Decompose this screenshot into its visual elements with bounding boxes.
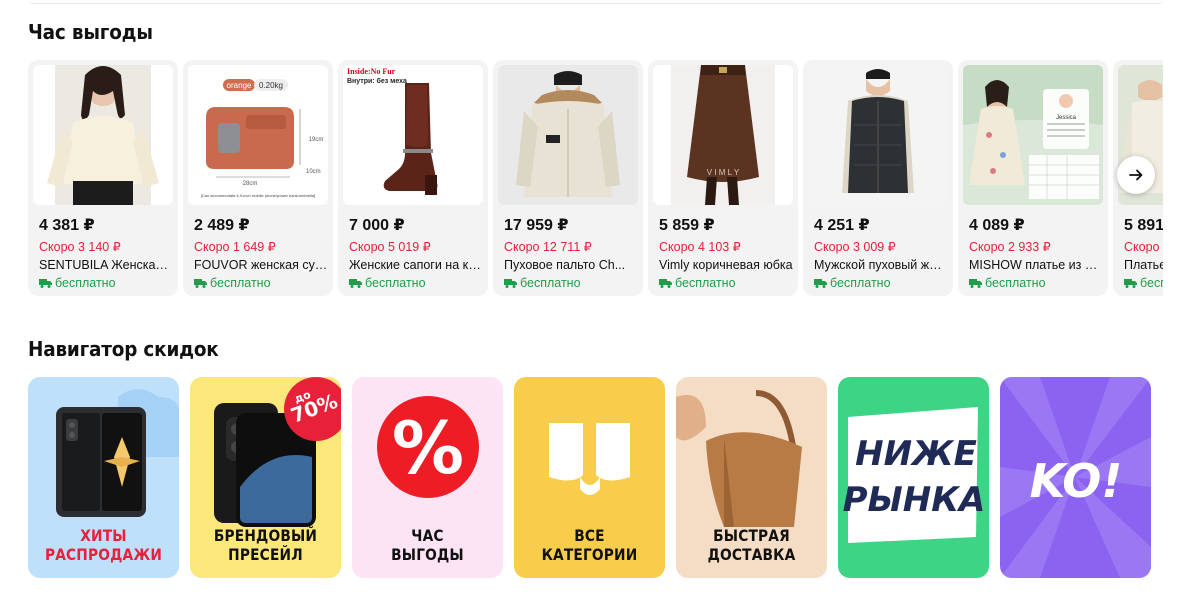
shipping-info: бесплатно bbox=[349, 276, 483, 290]
product-name[interactable]: MISHOW платье из шифона bbox=[969, 258, 1103, 272]
product-soon-price: Скоро 3 009 ₽ bbox=[814, 240, 896, 254]
product-name[interactable]: Пуховое пальто Ch... bbox=[504, 258, 638, 272]
bag-height-text: 19cm bbox=[309, 137, 324, 143]
tile-label: БЫСТРАЯ ДОСТАВКА bbox=[707, 526, 796, 564]
tile-label: ЧАС ВЫГОДЫ bbox=[391, 526, 464, 564]
shipping-info: бесплатно bbox=[39, 276, 173, 290]
product-image[interactable] bbox=[498, 65, 638, 205]
shipping-info: бесплатно bbox=[659, 276, 793, 290]
product-card[interactable]: 4 251 ₽ Скоро 3 009 ₽ Мужской пуховый жи… bbox=[803, 60, 953, 296]
product-image[interactable] bbox=[33, 65, 173, 205]
product-soon-price: Скоро 4 120 ₽ bbox=[1124, 240, 1163, 254]
shipping-label: бесплатно bbox=[675, 276, 736, 290]
bag-weight-text: 0.20kg bbox=[259, 81, 283, 90]
truck-icon bbox=[1124, 279, 1137, 288]
product-card[interactable]: orange 0.20kg 28cm 19cm 10cm [Can accommodate… bbox=[183, 60, 333, 296]
product-image[interactable]: Inside:No Fur Внутри: без меха bbox=[343, 65, 483, 205]
product-soon-price: Скоро 5 019 ₽ bbox=[349, 240, 431, 254]
nav-tile-below-market[interactable]: НИЖЕ РЫНКА bbox=[838, 377, 989, 578]
product-price: 2 489 ₽ bbox=[194, 217, 250, 234]
nav-tile-all-categories[interactable]: ВСЕ КАТЕГОРИИ bbox=[514, 377, 665, 578]
product-image[interactable] bbox=[808, 65, 948, 205]
product-price: 4 381 ₽ bbox=[39, 217, 95, 234]
product-image[interactable]: Jessica bbox=[963, 65, 1103, 205]
product-price: 4 089 ₽ bbox=[969, 217, 1025, 234]
skirt-brand-text: V I M L Y bbox=[707, 168, 740, 177]
product-name[interactable]: SENTUBILA Женская блузка bbox=[39, 258, 173, 272]
shipping-label: бесплатно bbox=[1140, 276, 1163, 290]
truck-icon bbox=[194, 279, 207, 288]
truck-icon bbox=[349, 279, 362, 288]
product-card[interactable]: 17 959 ₽ Скоро 12 711 ₽ Пуховое пальто C… bbox=[493, 60, 643, 296]
product-image[interactable]: V I M L Y bbox=[653, 65, 793, 205]
product-card[interactable]: Jessica 4 089 ₽ Скоро 2 933 ₽ MISHOW пла… bbox=[958, 60, 1108, 296]
arrow-right-icon bbox=[1129, 169, 1143, 181]
truck-icon bbox=[814, 279, 827, 288]
product-soon-price: Скоро 1 649 ₽ bbox=[194, 240, 276, 254]
ko-art: KO! bbox=[1000, 377, 1151, 578]
shipping-info: бесплатно bbox=[1124, 276, 1163, 290]
bag-width-text: 28cm bbox=[243, 181, 258, 187]
below-market-line1: НИЖЕ bbox=[855, 434, 977, 474]
tile-label: ХИТЫ РАСПРОДАЖИ bbox=[44, 526, 163, 564]
product-card[interactable]: Inside:No Fur Внутри: без меха 7 000 ₽ Ск… bbox=[338, 60, 488, 296]
ko-logo-text: KO! bbox=[1030, 454, 1123, 508]
product-card[interactable]: V I M L Y 5 859 ₽ Скоро 4 103 ₽ Vimly ко… bbox=[648, 60, 798, 296]
shipping-label: бесплатно bbox=[210, 276, 271, 290]
nav-tile-ko[interactable]: KO! bbox=[1000, 377, 1151, 578]
dress-model-name: Jessica bbox=[1056, 115, 1077, 121]
shipping-label: бесплатно bbox=[520, 276, 581, 290]
product-name[interactable]: Платье bbox=[1124, 258, 1163, 272]
product-name[interactable]: FOUVOR женская сумка bbox=[194, 258, 328, 272]
shipping-info: бесплатно bbox=[814, 276, 948, 290]
shipping-info: бесплатно bbox=[194, 276, 328, 290]
nav-tile-deals-hour[interactable]: % ЧАС ВЫГОДЫ bbox=[352, 377, 503, 578]
section-title-discount-navigator: Навигатор скидок bbox=[28, 337, 219, 361]
boots-text-line2: Внутри: без меха bbox=[347, 77, 407, 85]
shipping-info: бесплатно bbox=[969, 276, 1103, 290]
truck-icon bbox=[504, 279, 517, 288]
truck-icon bbox=[969, 279, 982, 288]
nav-tile-fast-delivery[interactable]: БЫСТРАЯ ДОСТАВКА bbox=[676, 377, 827, 578]
nav-tile-brand-presale[interactable]: до 70% БРЕНДОВЫЙ ПРЕСЕЙЛ bbox=[190, 377, 341, 578]
boots-text-line1: Inside:No Fur bbox=[347, 67, 396, 76]
product-price: 5 891 ₽ bbox=[1124, 217, 1163, 234]
product-name[interactable]: Мужской пуховый жилет bbox=[814, 258, 948, 272]
tile-label: ВСЕ КАТЕГОРИИ bbox=[541, 526, 638, 564]
bag-caption-text: [Can accommodate 6.9-inch mobile phone/p… bbox=[201, 193, 316, 198]
product-card[interactable]: 4 381 ₽ Скоро 3 140 ₽ SENTUBILA Женская … bbox=[28, 60, 178, 296]
shipping-label: бесплатно bbox=[365, 276, 426, 290]
section-title-deals-hour: Час выгоды bbox=[28, 20, 153, 44]
product-price: 5 859 ₽ bbox=[659, 217, 715, 234]
shipping-label: бесплатно bbox=[55, 276, 116, 290]
product-image[interactable]: orange 0.20kg 28cm 19cm 10cm [Can accommodate… bbox=[188, 65, 328, 205]
nav-tile-sale-hits[interactable]: ХИТЫ РАСПРОДАЖИ bbox=[28, 377, 179, 578]
percent-symbol: % bbox=[392, 406, 464, 490]
product-price: 7 000 ₽ bbox=[349, 217, 405, 234]
shipping-label: бесплатно bbox=[830, 276, 891, 290]
bag-depth-text: 10cm bbox=[306, 169, 321, 175]
product-soon-price: Скоро 4 103 ₽ bbox=[659, 240, 741, 254]
product-soon-price: Скоро 3 140 ₽ bbox=[39, 240, 121, 254]
bag-badge-text: orange bbox=[227, 81, 252, 90]
below-market-line2: РЫНКА bbox=[843, 480, 986, 520]
product-soon-price: Скоро 2 933 ₽ bbox=[969, 240, 1051, 254]
below-market-art: НИЖЕ РЫНКА bbox=[843, 407, 986, 543]
tile-label: БРЕНДОВЫЙ ПРЕСЕЙЛ bbox=[213, 526, 318, 564]
truck-icon bbox=[659, 279, 672, 288]
product-soon-price: Скоро 12 711 ₽ bbox=[504, 240, 592, 254]
product-carousel[interactable]: 4 381 ₽ Скоро 3 140 ₽ SENTUBILA Женская … bbox=[28, 60, 1163, 296]
top-divider bbox=[28, 0, 1163, 4]
product-price: 17 959 ₽ bbox=[504, 217, 569, 234]
product-price: 4 251 ₽ bbox=[814, 217, 870, 234]
product-name[interactable]: Vimly коричневая юбка bbox=[659, 258, 793, 272]
product-name[interactable]: Женские сапоги на каблуке bbox=[349, 258, 483, 272]
discount-navigator: ХИТЫ РАСПРОДАЖИ до 70% БРЕНДОВЫЙ ПРЕСЕЙЛ % … bbox=[28, 377, 1151, 578]
carousel-next-button[interactable] bbox=[1117, 156, 1155, 194]
truck-icon bbox=[39, 279, 52, 288]
shipping-label: бесплатно bbox=[985, 276, 1046, 290]
shipping-info: бесплатно bbox=[504, 276, 638, 290]
